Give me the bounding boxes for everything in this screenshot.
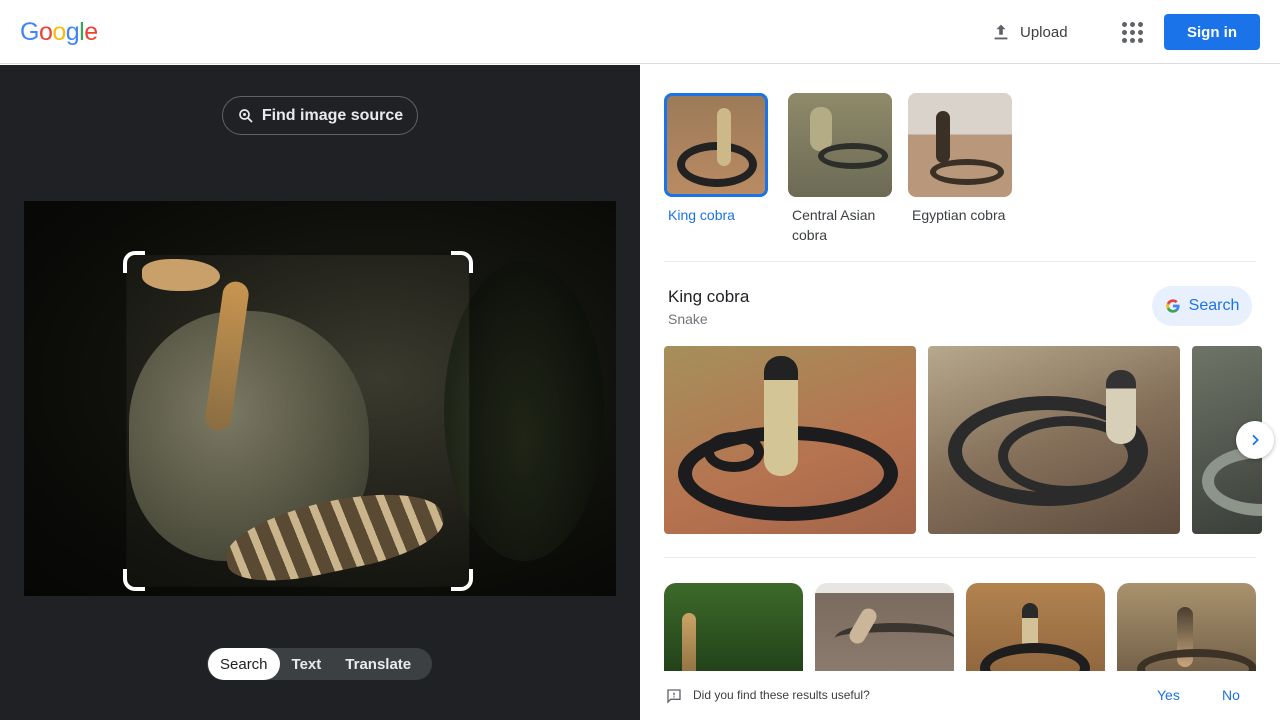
lens-mode-switcher: Search Text Translate [207,648,432,680]
crop-handle-top-right[interactable] [451,251,473,273]
chevron-right-icon [1252,434,1259,446]
result-image[interactable] [928,346,1180,534]
google-apps-icon[interactable] [1118,18,1146,46]
entity-label: King cobra [668,207,735,223]
query-image[interactable] [24,201,616,596]
feedback-bar: Did you find these results useful? Yes N… [640,671,1280,720]
divider [664,261,1256,262]
divider [664,557,1256,558]
entity-king-cobra[interactable]: King cobra [664,93,768,225]
next-arrow-button[interactable] [1236,421,1274,459]
upload-label: Upload [1020,23,1068,41]
crop-handle-top-left[interactable] [123,251,145,273]
result-image[interactable] [1117,583,1256,683]
entity-central-asian-cobra[interactable]: Central Asian cobra [788,93,892,245]
google-logo[interactable]: Google [20,18,98,47]
sign-in-button[interactable]: Sign in [1164,14,1260,50]
find-image-source-button[interactable]: Find image source [222,96,418,135]
mode-search-tab[interactable]: Search [208,648,280,680]
entity-egyptian-cobra[interactable]: Egyptian cobra [908,93,1012,225]
find-image-source-label: Find image source [261,106,404,124]
upload-button[interactable]: Upload [990,18,1068,46]
google-search-button[interactable]: Search [1152,286,1252,326]
entity-thumbnail [908,93,1012,197]
entity-label: Egyptian cobra [912,207,1006,223]
crop-handle-bottom-left[interactable] [123,569,145,591]
lens-image-panel: Find image source Search Text Translate [0,65,640,720]
result-image[interactable] [966,583,1105,683]
result-image[interactable] [664,346,916,534]
results-panel: King cobra Central Asian cobra Egyptian … [640,65,1280,720]
knowledge-subtitle: Snake [668,311,708,327]
upload-icon [994,24,1008,40]
google-g-icon [1165,299,1180,313]
feedback-question: Did you find these results useful? [693,688,870,702]
mode-translate-tab[interactable]: Translate [333,648,423,680]
google-search-label: Search [1188,297,1240,314]
feedback-no-button[interactable]: No [1222,687,1240,703]
entity-thumbnail [664,93,768,197]
knowledge-title: King cobra [668,287,750,306]
entity-label: Central Asian cobra [792,207,876,243]
top-bar: Google Upload Sign in [0,0,1280,64]
result-image[interactable] [664,583,803,683]
mode-text-tab[interactable]: Text [280,648,334,680]
entity-thumbnail [788,93,892,197]
result-image[interactable] [815,583,954,683]
lens-search-icon [238,108,253,123]
feedback-yes-button[interactable]: Yes [1157,687,1180,703]
feedback-icon [667,689,681,704]
